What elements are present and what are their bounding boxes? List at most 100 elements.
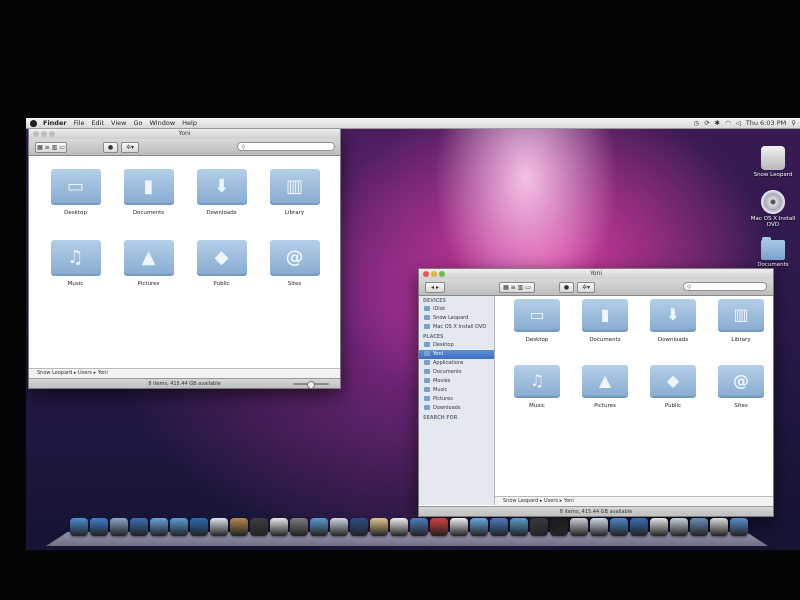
folder-item[interactable]: ⬇ Downloads <box>185 169 258 216</box>
bluetooth-icon[interactable]: ✱ <box>715 119 720 127</box>
path-segment[interactable]: Users <box>544 498 558 504</box>
spotlight-icon[interactable]: ⚲ <box>791 119 796 127</box>
dock-app-icon[interactable] <box>410 518 428 536</box>
search-input[interactable]: ⚲ <box>237 142 335 151</box>
dock-app-icon[interactable] <box>570 518 588 536</box>
dock-app-icon[interactable] <box>210 518 228 536</box>
close-button[interactable] <box>33 131 39 137</box>
window-titlebar[interactable]: Yoni <box>419 269 773 279</box>
zoom-button[interactable] <box>439 271 445 277</box>
dock-app-icon[interactable] <box>130 518 148 536</box>
action-gear-button[interactable]: ✲▾ <box>577 282 595 293</box>
folder-item[interactable]: ◆ Public <box>639 365 707 409</box>
view-mode-buttons[interactable]: ▦ ≡ ▥ ▭ <box>499 282 535 293</box>
desktop-folder-documents[interactable]: Documents <box>748 237 798 268</box>
folder-item[interactable]: ▲ Pictures <box>112 240 185 287</box>
path-segment[interactable]: Yoni <box>564 498 574 504</box>
dock-app-icon[interactable] <box>510 518 528 536</box>
dock-app-icon[interactable] <box>670 518 688 536</box>
close-button[interactable] <box>423 271 429 277</box>
quick-look-button[interactable]: ● <box>559 282 574 293</box>
dock-app-icon[interactable] <box>710 518 728 536</box>
dock-app-icon[interactable] <box>170 518 188 536</box>
desktop-disk-snow-leopard[interactable]: Snow Leopard <box>748 146 798 178</box>
folder-item[interactable]: ▭ Desktop <box>39 169 112 216</box>
menu-finder[interactable]: Finder <box>43 119 67 127</box>
folder-item[interactable]: ▲ Pictures <box>571 365 639 409</box>
folder-item[interactable]: ▮ Documents <box>112 169 185 216</box>
dock-app-icon[interactable] <box>270 518 288 536</box>
menu-go[interactable]: Go <box>133 119 142 127</box>
folder-item[interactable]: ♫ Music <box>503 365 571 409</box>
sidebar-item[interactable]: Mac OS X Install DVD <box>419 323 494 332</box>
dock-app-icon[interactable] <box>430 518 448 536</box>
dock-app-icon[interactable] <box>490 518 508 536</box>
folder-item[interactable]: ◆ Public <box>185 240 258 287</box>
folder-item[interactable]: ▥ Library <box>258 169 331 216</box>
time-machine-icon[interactable]: ◷ <box>694 119 700 127</box>
sidebar-item[interactable]: Applications <box>419 359 494 368</box>
sidebar-item[interactable]: Snow Leopard <box>419 314 494 323</box>
dock-app-icon[interactable] <box>590 518 608 536</box>
apple-menu-icon[interactable] <box>30 119 37 127</box>
wifi-icon[interactable]: ◠ <box>725 119 731 127</box>
dock-app-icon[interactable] <box>70 518 88 536</box>
path-segment[interactable]: Yoni <box>98 370 108 376</box>
volume-icon[interactable]: ◁ <box>736 119 741 127</box>
path-segment[interactable]: Users <box>78 370 92 376</box>
dock-app-icon[interactable] <box>150 518 168 536</box>
sidebar-item[interactable]: Music <box>419 386 494 395</box>
dock-app-icon[interactable] <box>250 518 268 536</box>
path-segment[interactable]: Snow Leopard <box>37 370 72 376</box>
minimize-button[interactable] <box>41 131 47 137</box>
menu-help[interactable]: Help <box>182 119 197 127</box>
menu-file[interactable]: File <box>74 119 85 127</box>
sync-icon[interactable]: ⟳ <box>704 119 709 127</box>
minimize-button[interactable] <box>431 271 437 277</box>
icon-size-slider[interactable] <box>293 381 329 388</box>
dock-app-icon[interactable] <box>470 518 488 536</box>
sidebar-item[interactable]: Movies <box>419 377 494 386</box>
slider-knob[interactable] <box>307 381 315 388</box>
menu-view[interactable]: View <box>111 119 126 127</box>
dock-app-icon[interactable] <box>730 518 748 536</box>
quick-look-button[interactable]: ● <box>103 142 118 153</box>
sidebar-item[interactable]: Yoni <box>419 350 494 359</box>
dock-app-icon[interactable] <box>610 518 628 536</box>
dock-app-icon[interactable] <box>230 518 248 536</box>
folder-item[interactable]: ▮ Documents <box>571 299 639 343</box>
action-gear-button[interactable]: ✲▾ <box>121 142 139 153</box>
sidebar-header-search[interactable]: SEARCH FOR <box>419 413 494 422</box>
search-input[interactable]: ⚲ <box>683 282 767 291</box>
view-mode-buttons[interactable]: ▦ ≡ ▥ ▭ <box>35 142 67 153</box>
sidebar-item[interactable]: Pictures <box>419 395 494 404</box>
menubar-clock[interactable]: Thu 6:03 PM <box>746 119 786 127</box>
folder-item[interactable]: ⬇ Downloads <box>639 299 707 343</box>
desktop-dvd-install[interactable]: Mac OS X Install DVD <box>748 190 798 228</box>
dock-app-icon[interactable] <box>310 518 328 536</box>
sidebar-item[interactable]: Documents <box>419 368 494 377</box>
dock-app-icon[interactable] <box>110 518 128 536</box>
dock-app-icon[interactable] <box>390 518 408 536</box>
dock-app-icon[interactable] <box>290 518 308 536</box>
sidebar-item[interactable]: Downloads <box>419 404 494 413</box>
path-segment[interactable]: Snow Leopard <box>503 498 538 504</box>
dock-app-icon[interactable] <box>630 518 648 536</box>
dock-app-icon[interactable] <box>450 518 468 536</box>
folder-item[interactable]: ▭ Desktop <box>503 299 571 343</box>
dock-app-icon[interactable] <box>370 518 388 536</box>
sidebar-item[interactable]: iDisk <box>419 305 494 314</box>
window-titlebar[interactable]: Yoni <box>29 129 340 139</box>
folder-item[interactable]: @ Sites <box>707 365 773 409</box>
dock-app-icon[interactable] <box>650 518 668 536</box>
folder-item[interactable]: ♫ Music <box>39 240 112 287</box>
dock-app-icon[interactable] <box>690 518 708 536</box>
dock-app-icon[interactable] <box>350 518 368 536</box>
dock-app-icon[interactable] <box>550 518 568 536</box>
dock-app-icon[interactable] <box>330 518 348 536</box>
folder-item[interactable]: @ Sites <box>258 240 331 287</box>
dock-app-icon[interactable] <box>190 518 208 536</box>
menu-edit[interactable]: Edit <box>91 119 104 127</box>
back-forward-buttons[interactable]: ◂ ▸ <box>425 282 445 293</box>
dock-app-icon[interactable] <box>90 518 108 536</box>
